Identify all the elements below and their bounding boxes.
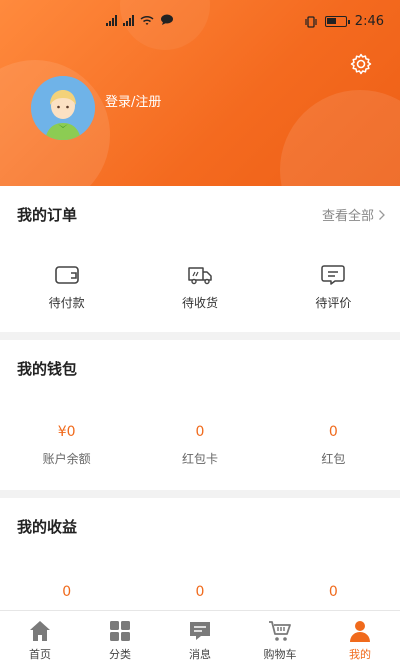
vibrate-icon	[305, 15, 317, 28]
wallet-red-packet[interactable]: 0 红包	[267, 424, 400, 467]
clock: 2:46	[354, 14, 384, 29]
wallet-row: ¥0 账户余额 0 红包卡 0 红包	[0, 424, 400, 467]
status-bar: 2:46	[0, 14, 400, 34]
tab-label: 我的	[349, 648, 371, 661]
chat-notification-icon	[161, 14, 173, 25]
avatar[interactable]	[31, 76, 95, 140]
orders-title: 我的订单	[17, 206, 78, 224]
wallet-label: 红包	[321, 452, 346, 466]
comment-icon	[321, 265, 346, 285]
tab-label: 分类	[109, 648, 131, 661]
income-row: 0 0 0	[0, 584, 400, 600]
orders-card: 我的订单 查看全部 待付款 待收货 待评价	[0, 186, 400, 332]
wallet-red-packet-card[interactable]: 0 红包卡	[133, 424, 266, 467]
income-item[interactable]: 0	[0, 584, 133, 600]
order-pending-payment[interactable]: 待付款	[0, 264, 133, 311]
wallet-card: 我的钱包 ¥0 账户余额 0 红包卡 0 红包	[0, 340, 400, 490]
order-status-label: 待评价	[315, 296, 352, 310]
wallet-icon	[54, 266, 79, 284]
chevron-right-icon	[379, 209, 385, 220]
gear-icon[interactable]	[349, 52, 373, 76]
tab-home[interactable]: 首页	[0, 611, 80, 666]
income-item[interactable]: 0	[133, 584, 266, 600]
message-icon	[190, 622, 210, 640]
income-item[interactable]: 0	[267, 584, 400, 600]
income-card: 我的收益 0 0 0	[0, 498, 400, 610]
order-pending-receipt[interactable]: 待收货	[133, 264, 266, 311]
tab-cart[interactable]: 购物车	[240, 611, 320, 666]
avatar-illustration	[31, 76, 95, 140]
tab-label: 消息	[189, 648, 211, 661]
wallet-label: 红包卡	[181, 452, 218, 466]
grid-icon	[110, 621, 130, 641]
order-pending-review[interactable]: 待评价	[267, 264, 400, 311]
tab-category[interactable]: 分类	[80, 611, 160, 666]
truck-icon	[188, 267, 212, 285]
tab-mine[interactable]: 我的	[320, 611, 400, 666]
order-status-label: 待付款	[48, 296, 85, 310]
signal-icon	[106, 14, 117, 26]
decor-circle	[280, 90, 400, 186]
signal-icon	[123, 14, 134, 26]
view-all-label: 查看全部	[321, 209, 374, 224]
wallet-label: 账户余额	[42, 452, 91, 466]
status-right: 2:46	[305, 14, 384, 29]
cart-icon	[269, 621, 291, 641]
wallet-title: 我的钱包	[17, 360, 78, 378]
login-register-link[interactable]: 登录/注册	[105, 91, 161, 110]
person-icon	[350, 621, 370, 642]
income-value: 0	[195, 584, 205, 600]
wallet-value: 0	[328, 424, 338, 440]
order-status-label: 待收货	[181, 296, 218, 310]
battery-icon	[324, 16, 350, 27]
bottom-tab-bar: 首页 分类 消息 购物车 我的	[0, 610, 400, 666]
profile-header: 2:46 登录/注册	[0, 0, 400, 186]
wallet-balance[interactable]: ¥0 账户余额	[0, 424, 133, 467]
income-title: 我的收益	[17, 518, 78, 536]
home-icon	[30, 621, 50, 641]
tab-label: 首页	[29, 648, 51, 661]
tab-messages[interactable]: 消息	[160, 611, 240, 666]
wifi-icon	[140, 15, 154, 25]
signal-group	[106, 14, 174, 26]
order-status-row: 待付款 待收货 待评价	[0, 264, 400, 311]
view-all-orders-link[interactable]: 查看全部	[322, 205, 386, 224]
income-value: 0	[328, 584, 338, 600]
tab-label: 购物车	[263, 648, 297, 661]
wallet-value: 0	[195, 424, 205, 440]
income-value: 0	[62, 584, 72, 600]
wallet-value: ¥0	[57, 424, 76, 440]
